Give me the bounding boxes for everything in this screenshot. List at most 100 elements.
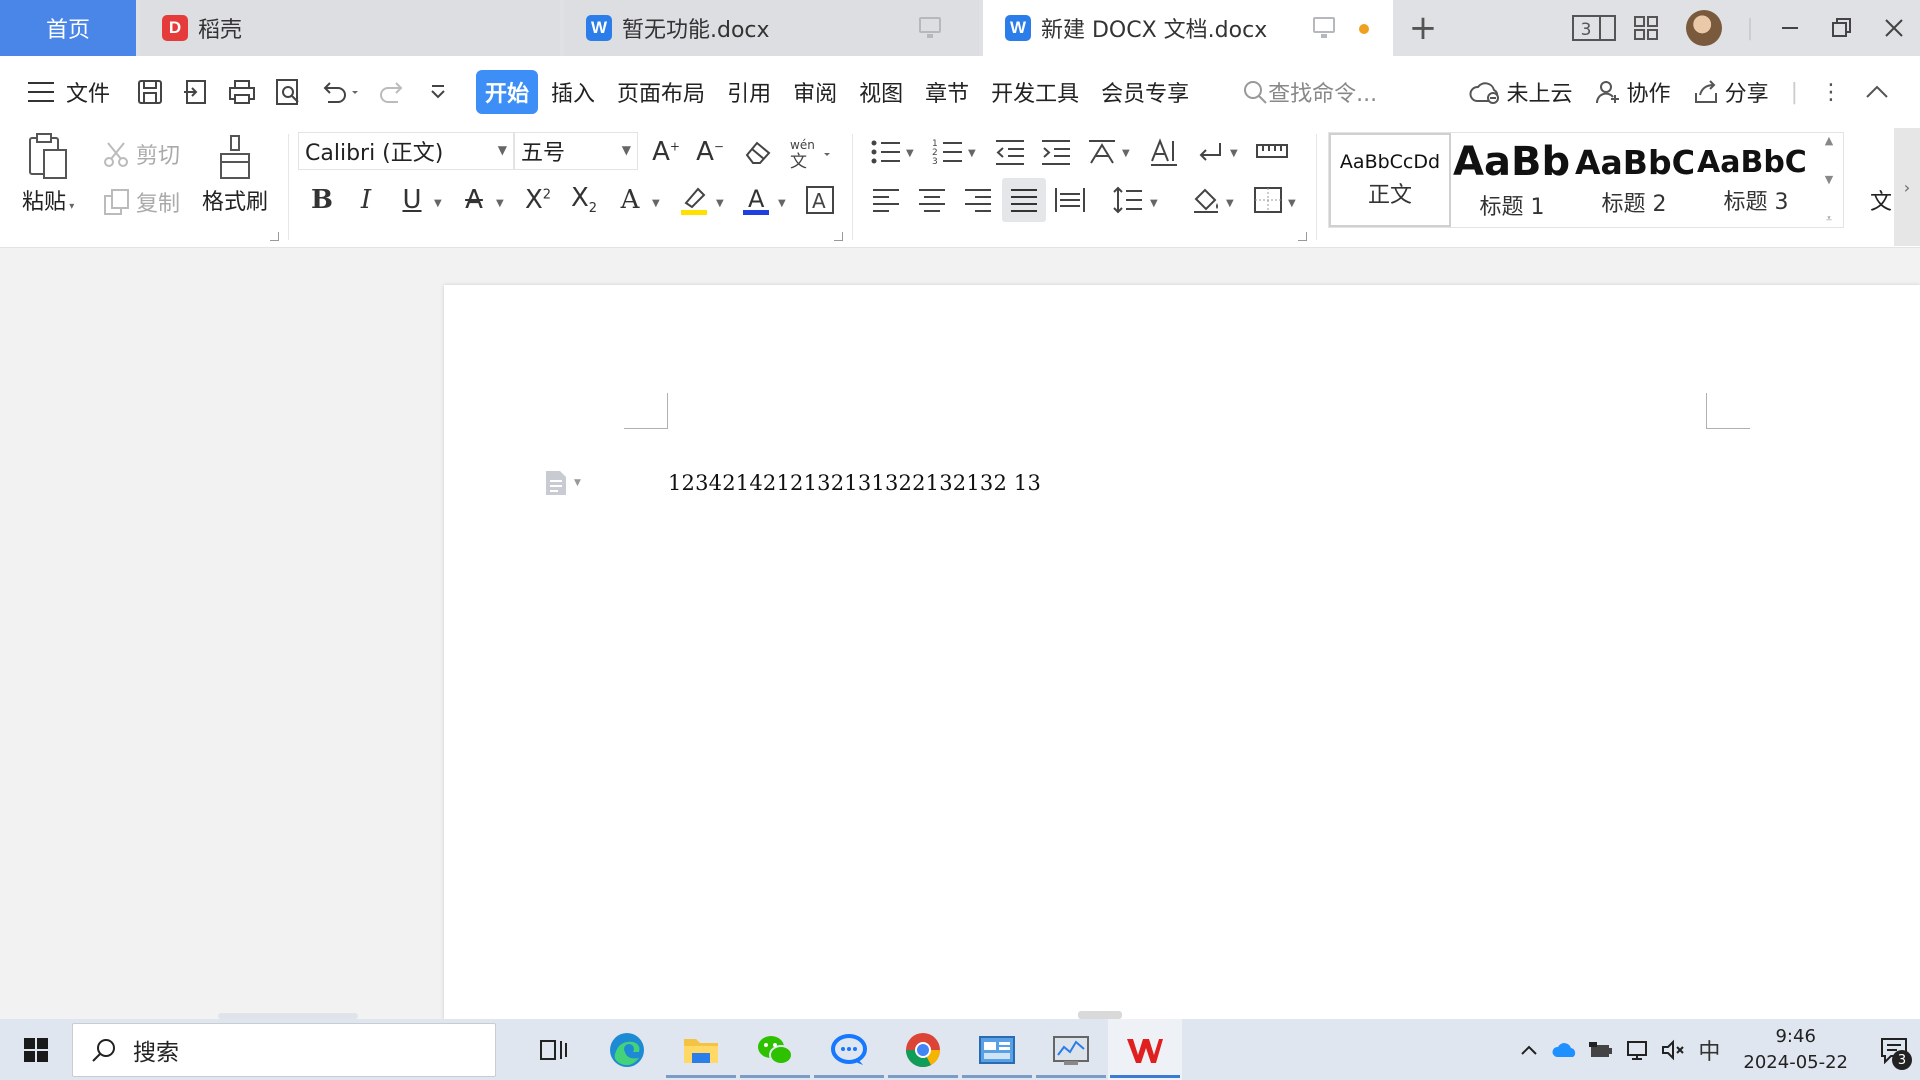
taskbar-search[interactable]: 搜索 (72, 1022, 496, 1077)
tab-doc-active[interactable]: W 新建 DOCX 文档.docx (983, 0, 1393, 56)
chinese-layout-button[interactable] (1082, 132, 1122, 172)
distribute-button[interactable] (1050, 180, 1090, 220)
bullets-button[interactable] (866, 132, 906, 172)
tab-home-ribbon[interactable]: 开始 (476, 70, 539, 114)
line-spacing-button[interactable] (1108, 180, 1148, 220)
format-painter-button[interactable]: 格式刷 (202, 132, 268, 216)
chevron-down-icon[interactable]: ▼ (1288, 198, 1296, 209)
scroll-down-icon[interactable]: ▼ (1825, 173, 1833, 186)
paste-button[interactable]: 粘贴 ▾ (22, 132, 74, 216)
task-view-button[interactable] (516, 1019, 590, 1080)
document-page[interactable]: ▼ 1234214212132131322132132 13 (444, 285, 1920, 1025)
borders-button[interactable] (1248, 180, 1288, 220)
align-right-button[interactable] (958, 180, 998, 220)
chevron-down-icon[interactable]: ▼ (1150, 198, 1158, 209)
onedrive-tray[interactable] (1547, 1041, 1583, 1059)
chevron-down-icon[interactable]: ▼ (434, 198, 442, 209)
show-hidden-icons-button[interactable] (1511, 1043, 1547, 1057)
font-launcher[interactable] (834, 232, 843, 241)
export-button[interactable] (180, 76, 212, 108)
restore-button[interactable] (1816, 0, 1868, 56)
ribbon-scroll-right[interactable]: › (1894, 128, 1920, 246)
align-left-button[interactable] (866, 180, 906, 220)
paragraph-launcher[interactable] (1298, 232, 1307, 241)
strikethrough-button[interactable]: A (454, 180, 494, 220)
monitor-icon[interactable] (1313, 17, 1335, 38)
apps-grid-button[interactable] (1620, 0, 1672, 56)
chevron-down-icon[interactable]: ▼ (716, 198, 724, 209)
copy-button[interactable]: 复制 (102, 186, 180, 218)
tab-membership[interactable]: 会员专享 (1092, 70, 1198, 114)
chevron-down-icon[interactable]: ▼ (906, 148, 914, 159)
undo-button[interactable] (318, 76, 362, 108)
chevron-down-icon[interactable]: ▼ (1226, 198, 1234, 209)
layout-switch-button[interactable]: 3 (1568, 0, 1620, 56)
start-button[interactable] (0, 1019, 72, 1080)
control-panel-app[interactable] (960, 1019, 1034, 1080)
volume-tray[interactable] (1655, 1039, 1691, 1061)
shrink-font-button[interactable]: A− (690, 132, 730, 172)
command-search[interactable]: 查找命令... (1242, 76, 1377, 108)
tab-view[interactable]: 视图 (850, 70, 912, 114)
style-normal[interactable]: AaBbCcDd 正文 (1329, 133, 1451, 227)
font-size-select[interactable]: 五号 ▼ (514, 132, 638, 170)
customize-toolbar-button[interactable] (422, 76, 454, 108)
cloud-status-button[interactable]: 未上云 (1469, 76, 1573, 108)
ruler-button[interactable] (1252, 132, 1292, 172)
superscript-button[interactable]: X2 (518, 180, 558, 220)
style-heading-1[interactable]: AaBb 标题 1 (1451, 133, 1573, 227)
tab-review[interactable]: 审阅 (784, 70, 846, 114)
save-button[interactable] (134, 76, 166, 108)
expand-gallery-icon[interactable]: ⩡ (1826, 212, 1832, 226)
file-explorer-app[interactable] (664, 1019, 738, 1080)
clipboard-launcher[interactable] (270, 232, 279, 241)
underline-button[interactable]: U (392, 180, 432, 220)
chevron-down-icon[interactable]: ▼ (652, 198, 660, 209)
paragraph-handle[interactable]: ▼ (544, 469, 581, 497)
monitor-icon[interactable] (919, 17, 941, 38)
grow-font-button[interactable]: A+ (646, 132, 686, 172)
close-button[interactable] (1868, 0, 1920, 56)
bold-button[interactable]: B (302, 180, 342, 220)
cut-button[interactable]: 剪切 (102, 138, 180, 170)
italic-button[interactable]: I (346, 180, 386, 220)
wps-app[interactable] (1108, 1019, 1182, 1080)
tab-doc-1[interactable]: W 暂无功能.docx (564, 0, 979, 56)
font-color-button[interactable]: A (736, 180, 776, 220)
style-heading-2[interactable]: AaBbC 标题 2 (1573, 133, 1695, 227)
highlight-button[interactable] (674, 180, 714, 220)
clear-format-button[interactable] (738, 132, 778, 172)
style-heading-3[interactable]: AaBbC 标题 3 (1695, 133, 1817, 227)
chevron-down-icon[interactable]: ▼ (496, 198, 504, 209)
increase-indent-button[interactable] (1036, 132, 1076, 172)
user-avatar[interactable] (1686, 10, 1722, 46)
more-options-button[interactable]: ⋮ (1820, 80, 1842, 105)
horizontal-scrollbar[interactable] (0, 1011, 1920, 1019)
collapse-ribbon-button[interactable] (1864, 82, 1890, 102)
tab-home[interactable]: 首页 (0, 0, 136, 56)
print-button[interactable] (226, 76, 258, 108)
show-marks-button[interactable] (1190, 132, 1230, 172)
text-effect-button[interactable]: A (610, 180, 650, 220)
decrease-indent-button[interactable] (990, 132, 1030, 172)
chevron-down-icon[interactable]: ▼ (778, 198, 786, 209)
network-tray[interactable] (1619, 1039, 1655, 1061)
font-name-select[interactable]: Calibri (正文) ▼ (298, 132, 514, 170)
chevron-down-icon[interactable]: ▼ (1122, 148, 1130, 159)
char-border-button[interactable]: A (800, 180, 840, 220)
numbering-button[interactable]: 123 (928, 132, 968, 172)
print-preview-button[interactable] (272, 76, 304, 108)
redo-button[interactable] (376, 76, 408, 108)
minimize-button[interactable] (1764, 0, 1816, 56)
wechat-app[interactable] (738, 1019, 812, 1080)
phonetic-guide-button[interactable]: wén 文 (786, 132, 836, 172)
tab-daoke[interactable]: D 稻壳 (140, 0, 560, 56)
chevron-down-icon[interactable]: ▼ (968, 148, 976, 159)
scroll-thumb[interactable] (1078, 1011, 1122, 1019)
justify-button[interactable] (1002, 178, 1046, 222)
monitor-app[interactable] (1034, 1019, 1108, 1080)
notification-center-button[interactable]: 3 (1868, 1019, 1920, 1080)
tab-insert[interactable]: 插入 (542, 70, 604, 114)
collaborate-button[interactable]: 协作 (1595, 76, 1671, 108)
battery-tray[interactable] (1583, 1040, 1619, 1060)
